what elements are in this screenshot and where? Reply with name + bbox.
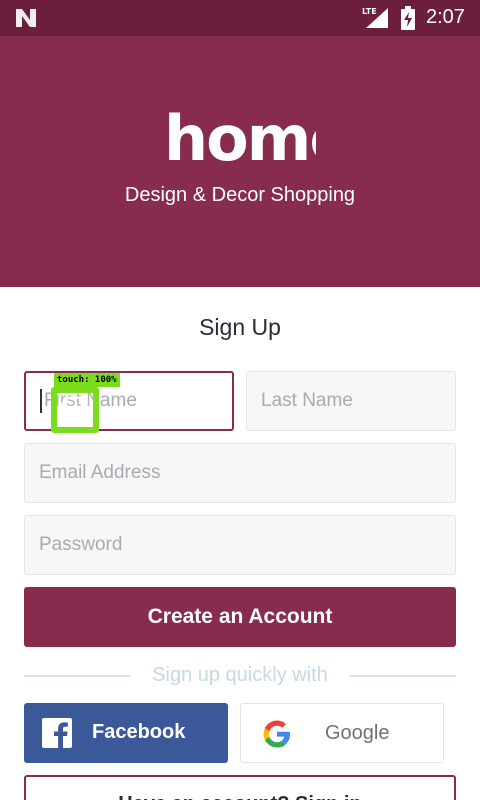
divider-right: [350, 675, 456, 677]
last-name-field[interactable]: Last Name: [246, 371, 456, 431]
create-account-button[interactable]: Create an Account: [24, 587, 456, 647]
password-placeholder: Password: [39, 534, 123, 555]
clock: 2:07: [426, 6, 465, 28]
svg-text:home: home: [164, 106, 316, 168]
text-cursor: [40, 389, 42, 413]
email-field[interactable]: Email Address: [24, 443, 456, 503]
battery-charging-icon: [401, 6, 415, 30]
svg-text:LTE: LTE: [362, 7, 377, 16]
status-bar: LTE 2:07: [0, 0, 480, 36]
lte-signal-icon: LTE: [362, 7, 388, 28]
android-n-icon: [16, 9, 36, 27]
facebook-icon: [42, 718, 72, 748]
google-label: Google: [325, 722, 390, 744]
page-title: Sign Up: [199, 314, 281, 340]
facebook-label: Facebook: [92, 721, 186, 743]
touch-point-circle: [60, 396, 88, 424]
touch-indicator-label: touch: 100%: [54, 373, 120, 387]
tagline: Design & Decor Shopping: [124, 184, 356, 206]
home-logo: home: [164, 106, 316, 168]
google-icon: [263, 720, 290, 748]
email-placeholder: Email Address: [39, 462, 161, 483]
password-field[interactable]: Password: [24, 515, 456, 575]
last-name-placeholder: Last Name: [261, 390, 353, 411]
sign-in-button[interactable]: Have an account? Sign in: [24, 775, 456, 800]
hero-header: home Design & Decor Shopping: [0, 36, 480, 287]
google-button[interactable]: Google: [240, 703, 444, 763]
facebook-button[interactable]: Facebook: [24, 703, 228, 763]
